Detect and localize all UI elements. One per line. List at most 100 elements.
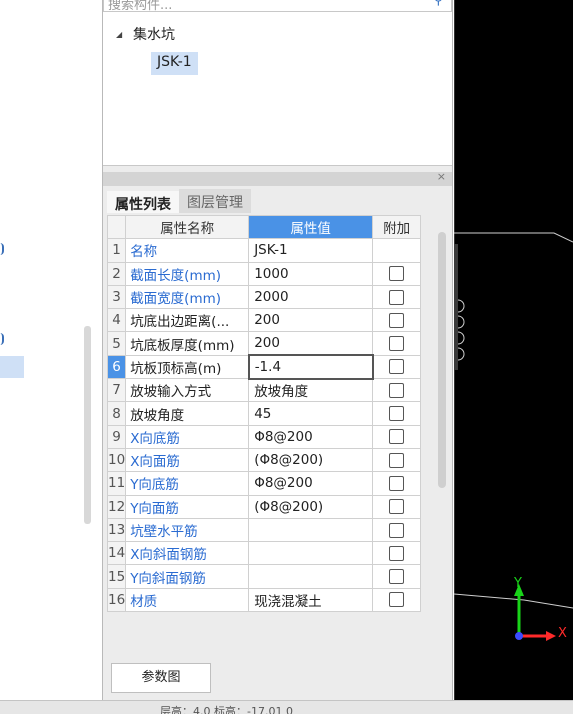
property-value-cell[interactable]: 2000 <box>248 284 374 310</box>
table-row[interactable]: 2 截面长度(mm) 1000 <box>106 261 422 286</box>
property-value-cell[interactable]: 45 <box>248 401 374 426</box>
table-row[interactable]: 7 放坡输入方式 放坡角度 <box>106 378 422 403</box>
row-index: 9 <box>106 424 127 449</box>
table-row[interactable]: 13 坑壁水平筋 <box>106 517 422 543</box>
status-bar-text: 层高：4.0 标高：-17.01 0 <box>160 705 293 714</box>
component-tree: ◢ 集水坑 JSK-1 <box>103 12 452 166</box>
row-index: 16 <box>106 587 127 613</box>
search-input[interactable]: 搜索构件... ⚲ <box>103 0 452 13</box>
header-index <box>106 214 127 240</box>
property-name: 放坡输入方式 <box>125 378 250 403</box>
additional-cell <box>372 331 422 356</box>
property-name: 名称 <box>125 238 250 263</box>
property-name: Y向底筋 <box>125 471 250 496</box>
table-row[interactable]: 5 坑底板厚度(mm) 200 <box>106 331 422 356</box>
property-name: X向底筋 <box>125 424 250 449</box>
additional-checkbox[interactable] <box>389 475 405 491</box>
property-name: 坑底出边距离(... <box>125 308 250 333</box>
table-row[interactable]: 6 坑板顶标高(m) -1.4 <box>106 354 422 380</box>
property-value-cell[interactable]: (Φ8@200) <box>248 447 374 473</box>
header-additional: 附加 <box>372 214 422 240</box>
additional-checkbox[interactable] <box>389 499 405 515</box>
property-value-cell[interactable] <box>248 541 374 566</box>
tree-leaf-item[interactable]: JSK-1 <box>151 52 198 75</box>
additional-checkbox[interactable] <box>389 289 405 305</box>
drawing-canvas[interactable]: Y X <box>453 0 573 700</box>
table-row[interactable]: 12 Y向面筋 (Φ8@200) <box>106 494 422 519</box>
canvas-drawing <box>453 0 573 700</box>
property-name: 截面长度(mm) <box>125 261 250 286</box>
additional-checkbox[interactable] <box>389 406 405 422</box>
property-value-cell[interactable]: 放坡角度 <box>248 378 374 403</box>
splitter-grip[interactable] <box>454 244 458 370</box>
table-row[interactable]: 11 Y向底筋 Φ8@200 <box>106 471 422 496</box>
additional-checkbox[interactable] <box>389 545 405 561</box>
property-value-cell[interactable] <box>248 517 374 543</box>
property-value-cell[interactable]: Φ8@200 <box>248 424 374 449</box>
property-name: Y向斜面钢筋 <box>125 564 250 589</box>
additional-cell <box>372 471 422 496</box>
additional-checkbox[interactable] <box>389 336 405 352</box>
left-selected-item[interactable] <box>0 356 24 378</box>
property-name: 坑壁水平筋 <box>125 517 250 543</box>
table-row[interactable]: 3 截面宽度(mm) 2000 <box>106 284 422 310</box>
additional-checkbox[interactable] <box>389 359 405 375</box>
row-index: 13 <box>106 517 127 543</box>
tree-root-item[interactable]: 集水坑 <box>133 24 175 44</box>
property-name: Y向面筋 <box>125 494 250 519</box>
table-row[interactable]: 4 坑底出边距离(... 200 <box>106 308 422 333</box>
row-index: 2 <box>106 261 127 286</box>
property-value-cell[interactable]: (Φ8@200) <box>248 494 374 519</box>
additional-cell <box>372 541 422 566</box>
table-row[interactable]: 15 Y向斜面钢筋 <box>106 564 422 589</box>
component-panel: 搜索构件... ⚲ ◢ 集水坑 JSK-1 × 属性列表 图层管理 属性名称 属… <box>102 0 453 714</box>
additional-cell <box>372 354 422 380</box>
property-value-cell[interactable] <box>248 564 374 589</box>
additional-checkbox[interactable] <box>389 592 405 608</box>
property-name: 截面宽度(mm) <box>125 284 250 310</box>
additional-checkbox[interactable] <box>389 452 405 468</box>
property-value-cell[interactable]: 现浇混凝土 <box>248 587 374 613</box>
property-value-cell[interactable]: 200 <box>248 331 374 356</box>
row-index: 8 <box>106 401 127 426</box>
axis-x-arrow <box>546 631 556 641</box>
tab-property-list[interactable]: 属性列表 <box>107 189 179 213</box>
param-diagram-button[interactable]: 参数图 <box>111 663 211 693</box>
property-value-cell[interactable]: 1000 <box>248 261 374 286</box>
left-scrollbar[interactable] <box>84 326 91 524</box>
additional-checkbox[interactable] <box>389 569 405 585</box>
table-row[interactable]: 8 放坡角度 45 <box>106 401 422 426</box>
table-row[interactable]: 9 X向底筋 Φ8@200 <box>106 424 422 449</box>
property-value-cell[interactable]: Φ8@200 <box>248 471 374 496</box>
additional-checkbox[interactable] <box>389 382 405 398</box>
additional-checkbox[interactable] <box>389 522 405 538</box>
additional-cell <box>372 238 422 263</box>
property-value-cell[interactable]: -1.4 <box>247 354 374 380</box>
row-index: 6 <box>106 354 127 380</box>
table-row[interactable]: 14 X向斜面钢筋 <box>106 541 422 566</box>
panel-tabs: 属性列表 图层管理 <box>107 189 251 213</box>
tab-layer-management[interactable]: 图层管理 <box>179 189 251 213</box>
additional-checkbox[interactable] <box>389 266 405 282</box>
collapse-caret-icon[interactable]: ◢ <box>116 30 122 39</box>
additional-checkbox[interactable] <box>389 312 405 328</box>
table-row[interactable]: 16 材质 现浇混凝土 <box>106 587 422 613</box>
table-row[interactable]: 10 X向面筋 (Φ8@200) <box>106 447 422 473</box>
axis-x-label: X <box>558 626 567 641</box>
close-icon[interactable]: × <box>437 170 446 183</box>
properties-titlebar: × <box>103 170 452 186</box>
spring-symbol <box>457 299 465 361</box>
table-scrollbar[interactable] <box>438 232 446 488</box>
additional-cell <box>372 261 422 286</box>
table-row[interactable]: 1 名称 JSK-1 <box>106 238 422 263</box>
additional-cell <box>372 564 422 589</box>
header-property-value: 属性值 <box>248 214 374 240</box>
property-value-cell[interactable]: 200 <box>248 308 374 333</box>
search-icon[interactable]: ⚲ <box>433 0 443 8</box>
row-index: 10 <box>106 447 127 473</box>
property-value-cell[interactable]: JSK-1 <box>248 238 374 263</box>
property-name: 坑底板厚度(mm) <box>125 331 250 356</box>
table-header-row: 属性名称 属性值 附加 <box>106 214 422 240</box>
additional-checkbox[interactable] <box>389 429 405 445</box>
property-name: X向面筋 <box>125 447 250 473</box>
